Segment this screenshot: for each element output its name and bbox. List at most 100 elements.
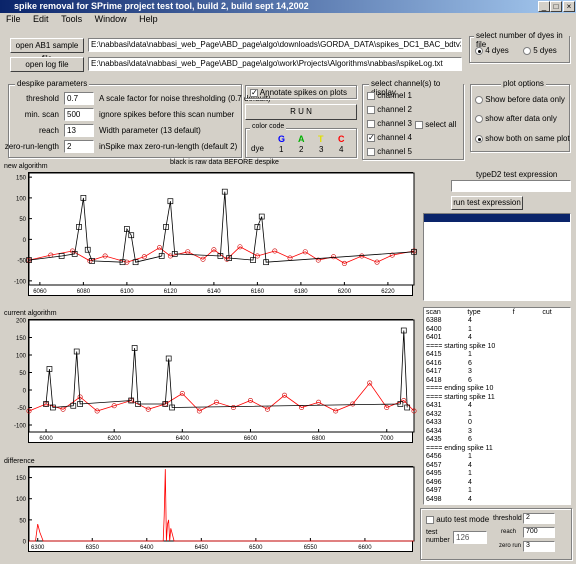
- min-scan-input[interactable]: 500: [64, 108, 94, 121]
- scan-list-cell: [544, 462, 570, 471]
- channel-checkbox[interactable]: ✓ channel 4: [367, 133, 412, 142]
- channel-checkbox[interactable]: channel 1: [367, 91, 412, 100]
- dyes-4-option[interactable]: 4 dyes: [475, 46, 509, 55]
- log-path-field[interactable]: E:\nabbasi\data\nabbasi_web_Page\ABD_pag…: [88, 57, 462, 71]
- color-code-dye-number: 2: [299, 145, 304, 154]
- scan-list-row[interactable]: 6416 6: [424, 360, 570, 369]
- annotate-check-icon[interactable]: ✓: [250, 88, 258, 97]
- scan-list-row[interactable]: 6432 1: [424, 411, 570, 420]
- select-all-check-icon[interactable]: [415, 120, 423, 129]
- scan-list-cell: [544, 496, 570, 505]
- scan-list-row[interactable]: 6431 4: [424, 402, 570, 411]
- menu-help[interactable]: Help: [139, 14, 158, 24]
- scan-list-cell: 6415: [426, 351, 442, 358]
- run-test-expression-button[interactable]: run test expression: [451, 196, 523, 210]
- radio-4dyes-icon[interactable]: [475, 46, 483, 55]
- scan-list-cell: [514, 428, 544, 437]
- reach-input[interactable]: 13: [64, 124, 94, 137]
- typeD2-input[interactable]: [451, 180, 571, 192]
- y-tick-label: -50: [17, 406, 26, 412]
- scan-list-row[interactable]: ==== starting spike 10: [424, 343, 570, 352]
- close-button[interactable]: ×: [563, 1, 575, 12]
- scan-list-row[interactable]: 6498 4: [424, 496, 570, 505]
- open-log-button[interactable]: open log file: [10, 57, 84, 72]
- color-code-base: G: [278, 134, 286, 144]
- maximize-button[interactable]: □: [550, 1, 562, 12]
- scan-list-cell: 1: [468, 410, 472, 418]
- open-ab1-button[interactable]: open AB1 sample file: [10, 38, 84, 63]
- run-button[interactable]: R U N: [245, 104, 357, 120]
- minimize-button[interactable]: _: [538, 1, 550, 12]
- menu-window[interactable]: Window: [95, 14, 127, 24]
- channel-check-icon[interactable]: ✓: [367, 133, 375, 142]
- autotest-threshold-field[interactable]: 2: [523, 513, 555, 524]
- autotest-checkbox[interactable]: auto test mode: [426, 515, 489, 524]
- channel-check-icon[interactable]: [367, 105, 375, 114]
- scan-list-row[interactable]: 6418 6: [424, 377, 570, 386]
- zero-run-input[interactable]: 2: [64, 140, 94, 153]
- autotest-zerorun-field[interactable]: 3: [523, 541, 555, 552]
- channel-checkbox[interactable]: channel 3: [367, 119, 412, 128]
- channel-checkbox[interactable]: channel 2: [367, 105, 412, 114]
- test-number-field[interactable]: 126: [453, 531, 487, 544]
- x-tick-label: 6350: [86, 545, 100, 551]
- select-all-checkbox[interactable]: select all: [415, 120, 456, 129]
- scan-list-row[interactable]: 6497 1: [424, 487, 570, 496]
- scan-list-row[interactable]: 6495 1: [424, 470, 570, 479]
- opt-after-only[interactable]: show after data only: [475, 114, 557, 123]
- scan-list-row[interactable]: 6496 4: [424, 479, 570, 488]
- param-label-zero-run: zero-run-length: [4, 142, 59, 151]
- threshold-input[interactable]: 0.7: [64, 92, 94, 105]
- menu-file[interactable]: File: [6, 14, 21, 24]
- dyes-5-option[interactable]: 5 dyes: [523, 46, 557, 55]
- scan-list-row[interactable]: 6400 1: [424, 326, 570, 335]
- scan-list-row[interactable]: 6435 6: [424, 436, 570, 445]
- channel-check-icon[interactable]: [367, 119, 375, 128]
- menu-tools[interactable]: Tools: [61, 14, 82, 24]
- scan-list-cell: ==== ending spike 10: [426, 385, 494, 392]
- x-tick-label: 6180: [294, 289, 308, 295]
- ab1-path-field[interactable]: E:\nabbasi\data\nabbasi_web_Page\ABD_pag…: [88, 38, 462, 52]
- menu-edit[interactable]: Edit: [33, 14, 49, 24]
- opt-before-only[interactable]: Show before data only: [475, 95, 565, 104]
- channel-check-icon[interactable]: [367, 147, 375, 156]
- scan-list-row[interactable]: 6457 4: [424, 462, 570, 471]
- scan-list-cell: 6: [468, 376, 472, 384]
- scan-list[interactable]: scan type f cut 6388 4 6400 1 6401 4 ==== startin…: [423, 307, 571, 505]
- autotest-reach-field[interactable]: 700: [523, 527, 555, 538]
- scan-list-cell: [514, 436, 544, 445]
- scan-list-row[interactable]: 6388 4: [424, 317, 570, 326]
- opt-both[interactable]: show both on same plot: [475, 134, 570, 143]
- scan-list-row[interactable]: 6456 1: [424, 453, 570, 462]
- scan-list-row[interactable]: ==== ending spike 11: [424, 445, 570, 454]
- x-tick-label: 6200: [338, 289, 352, 295]
- annotate-checkbox[interactable]: ✓ Annotate spikes on plots: [250, 88, 347, 97]
- scan-list-row[interactable]: 6415 1: [424, 351, 570, 360]
- radio-after-icon[interactable]: [475, 114, 483, 123]
- x-tick-label: 6450: [195, 545, 209, 551]
- expression-output-list[interactable]: [423, 213, 571, 301]
- radio-both-icon[interactable]: [475, 134, 483, 143]
- scan-list-row[interactable]: 6401 4: [424, 334, 570, 343]
- scan-list-row[interactable]: ==== ending spike 10: [424, 385, 570, 394]
- x-tick-label: 6550: [304, 545, 318, 551]
- radio-before-icon[interactable]: [475, 95, 483, 104]
- scan-list-row[interactable]: 6434 3: [424, 428, 570, 437]
- x-tick-label: 6800: [312, 436, 326, 442]
- scan-list-cell: [544, 334, 570, 343]
- scan-list-cell: 6495: [426, 470, 442, 477]
- radio-5dyes-icon[interactable]: [523, 46, 531, 55]
- channel-check-icon[interactable]: [367, 91, 375, 100]
- scan-list-row[interactable]: 6433 0: [424, 419, 570, 428]
- scan-list-cell: [544, 453, 570, 462]
- scan-list-row[interactable]: ==== starting spike 11: [424, 394, 570, 403]
- autotest-check-icon[interactable]: [426, 515, 434, 524]
- color-code-dye-number: 1: [279, 145, 284, 154]
- scan-list-cell: 4: [468, 461, 472, 469]
- scan-list-cell: [544, 385, 570, 394]
- expression-list-selected-row[interactable]: [424, 214, 570, 222]
- plot-area: [28, 172, 415, 286]
- scan-list-row[interactable]: 6417 3: [424, 368, 570, 377]
- channel-label: channel 5: [375, 147, 412, 156]
- channel-checkbox[interactable]: channel 5: [367, 147, 412, 156]
